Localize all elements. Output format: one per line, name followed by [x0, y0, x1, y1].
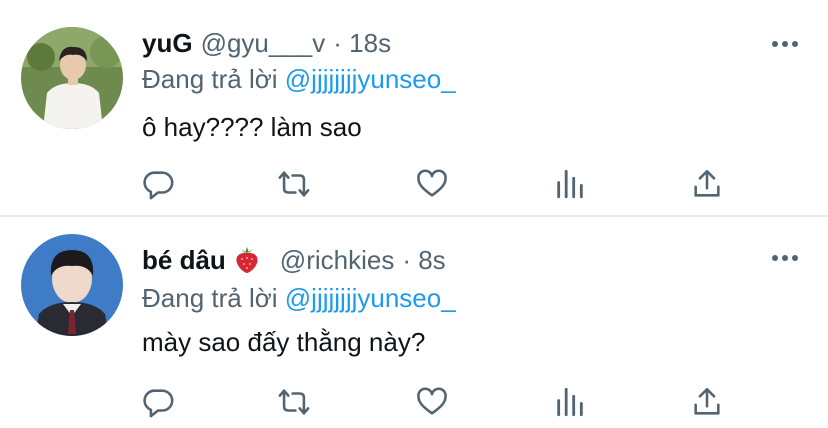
replying-to-link[interactable]: @jjjjjjjjyunseo_ [285, 283, 456, 313]
like-icon[interactable] [414, 166, 450, 202]
timestamp[interactable]: · 8s [402, 245, 445, 276]
share-icon[interactable] [689, 384, 725, 420]
username[interactable]: @richkies [280, 245, 395, 276]
reply-icon[interactable] [140, 166, 176, 202]
display-name[interactable]: bé dâu [142, 245, 226, 276]
like-icon[interactable] [414, 384, 450, 420]
tweet-header: yuG @gyu___v · 18s [142, 26, 391, 60]
username[interactable]: @gyu___v [201, 28, 326, 59]
tweet-header: bé dâu @richkies · 8s [142, 243, 446, 277]
tweet-2[interactable]: bé dâu @richkies · 8s Đang trả lời @jjjj… [0, 217, 828, 428]
replying-to-label: Đang trả lời [142, 64, 285, 94]
more-options-icon[interactable] [770, 248, 800, 268]
tweet-text: mày sao đấy thằng này? [142, 327, 426, 357]
reply-icon[interactable] [140, 384, 176, 420]
replying-to: Đang trả lời @jjjjjjjjyunseo_ [142, 283, 456, 314]
replying-to: Đang trả lời @jjjjjjjjyunseo_ [142, 64, 456, 95]
tweet-text: ô hay???? làm sao [142, 112, 362, 142]
timestamp[interactable]: · 18s [333, 28, 391, 59]
strawberry-icon [234, 246, 260, 274]
share-icon[interactable] [689, 166, 725, 202]
retweet-icon[interactable] [276, 384, 312, 420]
retweet-icon[interactable] [276, 166, 312, 202]
avatar[interactable] [21, 27, 123, 129]
stats-icon[interactable] [552, 384, 588, 420]
avatar[interactable] [21, 234, 123, 336]
tweet-1[interactable]: yuG @gyu___v · 18s Đang trả lời @jjjjjjj… [0, 0, 828, 216]
stats-icon[interactable] [552, 166, 588, 202]
more-options-icon[interactable] [770, 34, 800, 54]
replying-to-label: Đang trả lời [142, 283, 285, 313]
display-name[interactable]: yuG [142, 28, 193, 59]
replying-to-link[interactable]: @jjjjjjjjyunseo_ [285, 64, 456, 94]
